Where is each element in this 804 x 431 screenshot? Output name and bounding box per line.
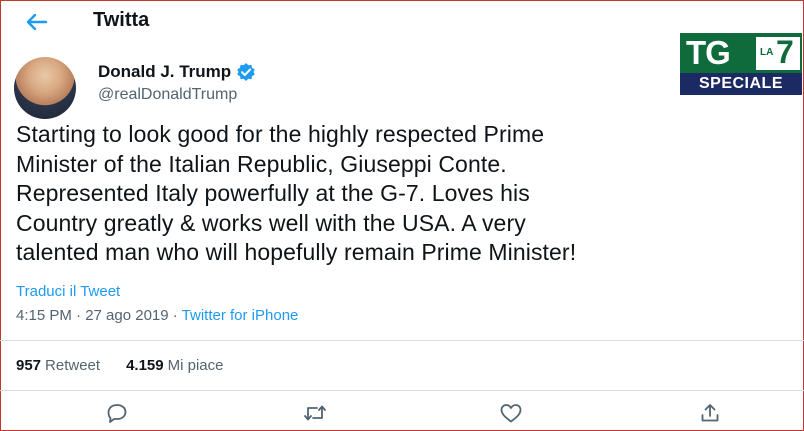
divider (0, 340, 804, 341)
retweets-label: Retweet (45, 357, 101, 374)
logo-la7-box: LA 7 (756, 34, 800, 70)
logo-tg-text: TG (686, 34, 731, 71)
tweet-meta: 4:15 PM · 27 ago 2019 · Twitter for iPho… (16, 307, 298, 324)
likes-count: 4.159 (126, 357, 164, 374)
verified-badge-icon (237, 63, 255, 81)
tweet-line: Minister of the Italian Republic, Giusep… (16, 150, 507, 177)
tweet-line: Represented Italy powerfully at the G-7.… (16, 180, 530, 206)
tweet-line: Starting to look good for the highly res… (16, 121, 545, 147)
share-button[interactable] (697, 400, 723, 426)
divider (0, 390, 804, 391)
author-name[interactable]: Donald J. Trump (98, 62, 231, 82)
logo-la-text: LA (760, 47, 774, 58)
reply-icon (107, 404, 127, 423)
tweet-text: Starting to look good for the highly res… (16, 120, 801, 268)
arrow-left-icon (26, 13, 48, 31)
likes-label: Mi piace (167, 357, 224, 374)
retweets-count: 957 (16, 357, 42, 374)
translate-tweet-link[interactable]: Traduci il Tweet (16, 283, 120, 300)
logo-green-band: TG LA 7 (680, 33, 802, 73)
back-button[interactable] (20, 8, 52, 36)
likes-stat[interactable]: 4.159 Mi piace (126, 357, 223, 374)
page-title: Twitta (93, 9, 150, 31)
tg-la7-logo: TG LA 7 SPECIALE (680, 33, 802, 95)
tweet-line: talented man who will hopefully remain P… (16, 239, 577, 265)
retweet-button[interactable] (302, 400, 328, 426)
tweet-source-link[interactable]: Twitter for iPhone (182, 307, 299, 324)
retweet-icon (304, 405, 326, 421)
tweet-line: Country greatly & works well with the US… (16, 209, 526, 236)
retweets-stat[interactable]: 957 Retweet (16, 357, 100, 374)
share-icon (701, 404, 719, 422)
like-button[interactable] (498, 400, 524, 426)
reply-button[interactable] (104, 400, 130, 426)
author-handle[interactable]: @realDonaldTrump (98, 86, 256, 104)
tweet-stats: 957 Retweet 4.159 Mi piace (16, 357, 223, 374)
like-icon (500, 404, 522, 423)
logo-seven-text: 7 (776, 34, 794, 70)
tweet-author[interactable]: Donald J. Trump @realDonaldTrump (98, 62, 256, 104)
tweet-timestamp[interactable]: 4:15 PM · 27 ago 2019 · (16, 307, 182, 324)
avatar[interactable] (14, 57, 76, 119)
logo-speciale-text: SPECIALE (680, 73, 802, 95)
action-bar (0, 398, 804, 428)
